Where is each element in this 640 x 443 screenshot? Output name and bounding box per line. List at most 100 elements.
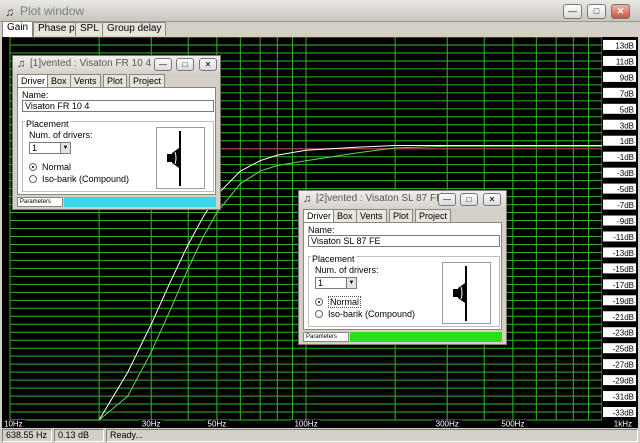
progress-bar [350, 332, 502, 342]
tab-vents[interactable]: Vents [356, 209, 387, 222]
speaker-icon: ♫ [17, 58, 26, 70]
y-tick-label: -7dB [617, 201, 634, 210]
title-bar[interactable]: ♫ Plot window — □ ✕ [0, 0, 640, 22]
driver-window-1-footer: Parameters [17, 197, 216, 207]
tab-vents[interactable]: Vents [70, 74, 101, 87]
x-tick-label: 30Hz [142, 420, 161, 429]
x-tick-label: 100Hz [294, 420, 317, 429]
chevron-down-icon[interactable]: ▼ [60, 143, 70, 153]
y-tick-label: -1dB [617, 153, 634, 162]
x-tick-label: 500Hz [501, 420, 524, 429]
plot-tabs: Gain Phase plot SPL Group delay [0, 21, 640, 37]
y-tick-label: 1dB [620, 137, 634, 146]
status-gain: 0.13 dB [54, 429, 104, 442]
num-drivers-select[interactable]: 1 ▼ [29, 142, 71, 154]
placement-group: Placement Num. of drivers: 1 ▼ Normal Is… [308, 254, 500, 327]
parameters-tab[interactable]: Parameters [17, 197, 63, 207]
radio-normal[interactable] [315, 298, 323, 306]
progress-bar [64, 197, 216, 207]
tab-plot[interactable]: Plot [103, 74, 127, 87]
driver-window-2-titlebar[interactable]: ♫ [2]vented : Visaton SL 87 FE — □ ✕ [299, 191, 506, 208]
parameters-tab[interactable]: Parameters [303, 332, 349, 342]
y-tick-label: 13dB [615, 41, 634, 50]
option-iso-barik-label: Iso-barik (Compound) [42, 174, 130, 184]
tab-project[interactable]: Project [415, 209, 452, 222]
speaker-icon: ♫ [5, 5, 14, 19]
y-tick-label: -23dB [613, 329, 634, 338]
x-tick-label: 10Hz [4, 420, 23, 429]
tab-spl[interactable]: SPL [75, 22, 104, 36]
y-tick-label: -11dB [613, 233, 634, 242]
speaker-icon: ♫ [303, 193, 312, 205]
driver-pane: Name: Visaton SL 87 FE Placement Num. of… [303, 222, 502, 330]
radio-iso-barik[interactable] [29, 175, 37, 183]
name-label: Name: [22, 90, 49, 100]
driver-window-2-title: [2]vented : Visaton SL 87 FE [316, 193, 443, 204]
y-tick-label: 3dB [620, 121, 634, 130]
placement-label: Placement [25, 119, 70, 129]
y-tick-label: -15dB [613, 265, 634, 274]
driver-window-1-title: [1]vented : Visaton FR 10 4 [30, 58, 152, 69]
maximize-button[interactable]: □ [176, 58, 194, 71]
tab-gain[interactable]: Gain [2, 21, 34, 37]
y-tick-label: -31dB [613, 393, 634, 402]
x-tick-label: 50Hz [208, 420, 227, 429]
y-tick-label: -9dB [617, 217, 634, 226]
name-field[interactable]: Visaton FR 10 4 [22, 100, 214, 112]
y-tick-label: 7dB [620, 89, 634, 98]
close-button[interactable]: ✕ [483, 193, 501, 206]
radio-iso-barik[interactable] [315, 310, 323, 318]
y-tick-label: -33dB [613, 409, 634, 418]
tab-project[interactable]: Project [129, 74, 166, 87]
tab-driver[interactable]: Driver [17, 74, 49, 88]
status-frequency: 638.55 Hz [2, 429, 52, 442]
name-field[interactable]: Visaton SL 87 FE [308, 235, 500, 247]
close-button[interactable]: ✕ [199, 58, 217, 71]
y-tick-label: -21dB [613, 313, 634, 322]
option-iso-barik-label: Iso-barik (Compound) [328, 309, 416, 319]
y-tick-label: -3dB [617, 169, 634, 178]
x-tick-label: 1kHz [614, 420, 632, 429]
driver-window-1[interactable]: ♫ [1]vented : Visaton FR 10 4 — □ ✕ Driv… [12, 55, 221, 210]
minimize-button[interactable]: — [438, 193, 456, 206]
driver-window-1-titlebar[interactable]: ♫ [1]vented : Visaton FR 10 4 — □ ✕ [13, 56, 220, 73]
status-text: Ready... [106, 429, 638, 442]
driver-window-2-footer: Parameters [303, 332, 502, 342]
y-tick-label: -17dB [613, 281, 634, 290]
x-tick-label: 300Hz [436, 420, 459, 429]
tab-plot[interactable]: Plot [389, 209, 413, 222]
maximize-button[interactable]: □ [587, 4, 606, 19]
maximize-button[interactable]: □ [460, 193, 478, 206]
num-drivers-select[interactable]: 1 ▼ [315, 277, 357, 289]
num-drivers-label: Num. of drivers: [315, 265, 379, 275]
tab-box[interactable]: Box [47, 74, 71, 87]
plot-window: ♫ Plot window — □ ✕ Gain Phase plot SPL … [0, 0, 640, 443]
minimize-button[interactable]: — [154, 58, 172, 71]
y-tick-label: 11dB [616, 57, 634, 66]
y-tick-label: 5dB [620, 105, 634, 114]
driver-placement-diagram [156, 127, 205, 189]
num-drivers-label: Num. of drivers: [29, 130, 93, 140]
num-drivers-value: 1 [318, 278, 324, 288]
option-normal-label: Normal [328, 296, 362, 308]
y-tick-label: -25dB [613, 345, 634, 354]
y-tick-label: 9dB [620, 73, 634, 82]
y-tick-label: -29dB [613, 377, 634, 386]
tab-box[interactable]: Box [333, 209, 357, 222]
close-button[interactable]: ✕ [611, 4, 630, 19]
y-tick-label: -5dB [617, 185, 634, 194]
tab-group-delay[interactable]: Group delay [102, 22, 167, 36]
driver-window-2[interactable]: ♫ [2]vented : Visaton SL 87 FE — □ ✕ Dri… [298, 190, 507, 345]
tab-driver[interactable]: Driver [303, 209, 335, 223]
radio-normal[interactable] [29, 163, 37, 171]
minimize-button[interactable]: — [563, 4, 582, 19]
y-tick-label: -27dB [613, 361, 634, 370]
chevron-down-icon[interactable]: ▼ [346, 278, 356, 288]
placement-label: Placement [311, 254, 356, 264]
speaker-driver-icon [167, 131, 181, 186]
name-label: Name: [308, 225, 335, 235]
placement-group: Placement Num. of drivers: 1 ▼ Normal Is… [22, 119, 214, 192]
speaker-driver-icon [453, 266, 467, 321]
num-drivers-value: 1 [32, 143, 38, 153]
y-tick-label: -13dB [613, 249, 634, 258]
